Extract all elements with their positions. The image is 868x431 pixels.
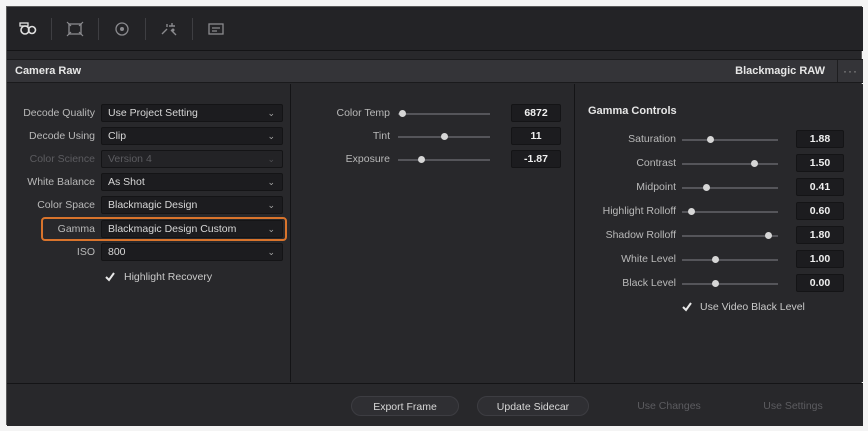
color-temp-slider-handle[interactable] [399,110,407,117]
exposure-slider-handle[interactable] [417,156,425,163]
highlight-recovery-label: Highlight Recovery [124,271,213,283]
camera-raw-window: Camera Raw Blackmagic RAW ··· Decode Qua… [6,6,863,426]
gamma-label: Gamma [57,223,95,235]
tint-label: Tint [372,130,390,142]
color-temp-label: Color Temp [336,107,391,119]
highlight-recovery-checkbox[interactable] [104,271,116,283]
decode-quality-value: Use Project Setting [108,107,198,119]
white-balance-column: Color Temp 6872 Tint 11 Exposure -1.87 [292,84,575,382]
color-science-value: Version 4 [108,153,152,165]
use-video-black-level-label: Use Video Black Level [700,301,805,313]
image-stabilization-icon[interactable] [203,16,229,42]
toolbar-divider [51,17,52,40]
decode-settings-column: Decode Quality Use Project Setting ⌄ Dec… [7,84,291,382]
black-level-slider-handle[interactable] [712,280,720,287]
decode-quality-label: Decode Quality [23,107,95,119]
chevron-down-icon: ⌄ [267,247,275,257]
highlight-rolloff-slider[interactable] [682,211,778,213]
white-balance-dropdown[interactable]: As Shot ⌄ [101,173,283,191]
shadow-rolloff-label: Shadow Rolloff [605,229,676,241]
white-balance-label: White Balance [27,176,95,188]
color-space-label: Color Space [37,199,95,211]
use-changes-button: Use Changes [637,400,701,412]
black-level-label: Black Level [622,277,676,289]
midpoint-label: Midpoint [636,181,676,193]
raw-format-label: Blackmagic RAW [735,65,825,77]
iso-label: ISO [76,246,95,258]
gamma-dropdown[interactable]: Blackmagic Design Custom ⌄ [101,220,283,238]
chevron-down-icon: ⌄ [267,200,275,210]
chevron-down-icon: ⌄ [267,177,275,187]
white-level-value[interactable]: 1.00 [796,250,844,268]
gamma-value: Blackmagic Design Custom [108,223,237,235]
color-science-label: Color Science [29,153,95,165]
iso-value: 800 [108,246,126,258]
color-temp-value[interactable]: 6872 [511,104,561,122]
more-options-icon[interactable]: ··· [837,60,863,82]
black-level-slider[interactable] [682,283,778,285]
noise-reduction-icon[interactable] [156,16,182,42]
toolbar-divider [192,17,193,40]
contrast-label: Contrast [636,157,676,169]
midpoint-slider-handle[interactable] [702,184,710,191]
saturation-slider[interactable] [682,139,778,141]
chevron-down-icon: ⌄ [267,131,275,141]
sizing-icon[interactable] [62,16,88,42]
decode-using-label: Decode Using [29,130,95,142]
highlight-rolloff-slider-handle[interactable] [688,208,696,215]
highlight-rolloff-value[interactable]: 0.60 [796,202,844,220]
gamma-controls-column: Gamma Controls Saturation 1.88 Contrast … [576,84,863,382]
exposure-value[interactable]: -1.87 [511,150,561,168]
footer-bar: Export Frame Update Sidecar Use Changes … [7,383,863,426]
toolbar-divider [98,17,99,40]
decode-using-dropdown[interactable]: Clip ⌄ [101,127,283,145]
tint-value[interactable]: 11 [511,127,561,145]
decode-using-value: Clip [108,130,127,142]
chevron-down-icon: ⌄ [267,108,275,118]
toolbar-divider [145,17,146,40]
shadow-rolloff-slider-handle[interactable] [764,232,772,239]
tint-slider-handle[interactable] [440,133,448,140]
exposure-slider[interactable] [398,159,490,161]
color-space-value: Blackmagic Design [108,199,198,211]
midpoint-slider[interactable] [682,187,778,189]
saturation-value[interactable]: 1.88 [796,130,844,148]
color-science-dropdown: Version 4 ⌄ [101,150,283,168]
iso-dropdown[interactable]: 800 ⌄ [101,243,283,261]
contrast-slider-handle[interactable] [750,160,758,167]
white-level-label: White Level [621,253,676,265]
color-space-dropdown[interactable]: Blackmagic Design ⌄ [101,196,283,214]
midpoint-value[interactable]: 0.41 [796,178,844,196]
contrast-value[interactable]: 1.50 [796,154,844,172]
color-temp-slider[interactable] [398,113,490,115]
update-sidecar-button[interactable]: Update Sidecar [477,396,589,416]
saturation-label: Saturation [628,133,676,145]
motion-effects-icon[interactable] [109,16,135,42]
panel-header: Camera Raw Blackmagic RAW ··· [7,59,863,83]
use-video-black-level-checkbox[interactable] [681,301,693,313]
white-level-slider-handle[interactable] [712,256,720,263]
gamma-controls-title: Gamma Controls [588,105,677,117]
exposure-label: Exposure [345,153,390,165]
palette-toolbar [7,7,863,51]
white-balance-value: As Shot [108,176,145,188]
use-settings-button: Use Settings [763,400,823,412]
highlight-rolloff-label: Highlight Rolloff [602,205,676,217]
chevron-down-icon: ⌄ [267,154,275,164]
chevron-down-icon: ⌄ [267,224,275,234]
export-frame-button[interactable]: Export Frame [351,396,459,416]
camera-raw-icon[interactable] [15,16,41,42]
shadow-rolloff-slider[interactable] [682,235,778,237]
panel-title: Camera Raw [15,65,82,77]
saturation-slider-handle[interactable] [707,136,715,143]
decode-quality-dropdown[interactable]: Use Project Setting ⌄ [101,104,283,122]
white-level-slider[interactable] [682,259,778,261]
shadow-rolloff-value[interactable]: 1.80 [796,226,844,244]
black-level-value[interactable]: 0.00 [796,274,844,292]
contrast-slider[interactable] [682,163,778,165]
